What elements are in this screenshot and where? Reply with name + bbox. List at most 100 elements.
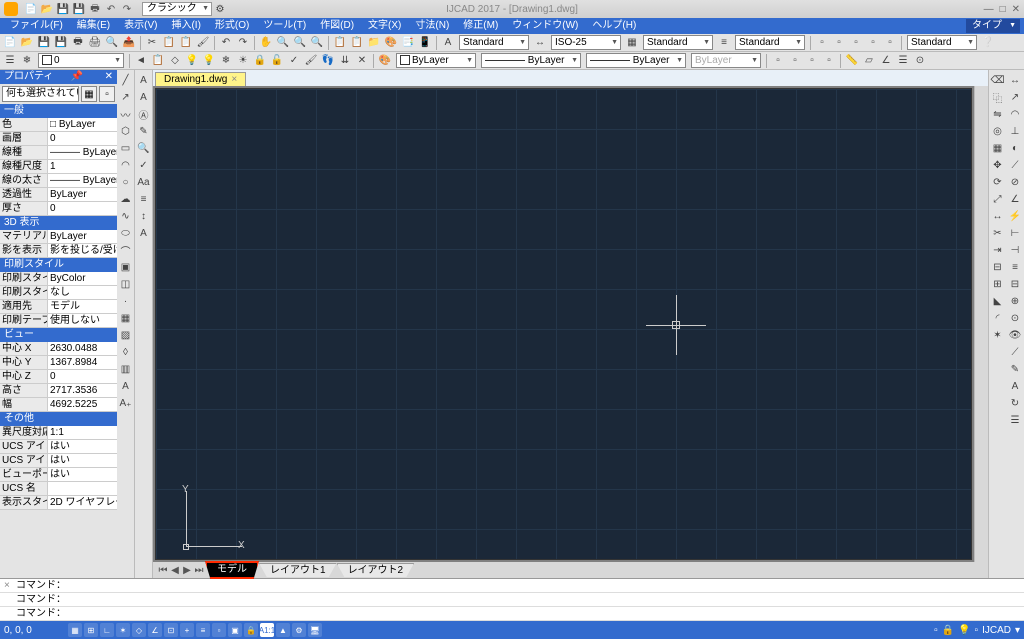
menu-insert[interactable]: 挿入(I): [165, 19, 206, 33]
dc-icon[interactable]: 📁: [366, 35, 382, 51]
tab-next-icon[interactable]: ▶: [181, 565, 193, 576]
spline-icon[interactable]: ∿: [118, 208, 134, 224]
menu-tools[interactable]: ツール(T): [257, 19, 312, 33]
diminsp-icon[interactable]: 👁: [1007, 327, 1023, 343]
prop-row[interactable]: マテリアルByLayer: [0, 230, 117, 244]
mlstyle-dropdown[interactable]: Standard: [735, 35, 805, 50]
stretch-icon[interactable]: ↔: [990, 208, 1006, 224]
scale2-icon[interactable]: ⤢: [990, 191, 1006, 207]
prop-value[interactable]: 1367.8984: [48, 356, 117, 369]
model-ps-toggle[interactable]: ▫: [934, 625, 938, 636]
pin-icon[interactable]: 📌: [71, 70, 83, 84]
revcloud-icon[interactable]: ☁: [118, 191, 134, 207]
ws-toggle[interactable]: ⚙: [292, 623, 306, 637]
prop-row[interactable]: 印刷テーブ…使用しない: [0, 314, 117, 328]
tablestyle-dropdown[interactable]: Standard: [643, 35, 713, 50]
prop-row[interactable]: 中心 Z0: [0, 370, 117, 384]
layer-del-icon[interactable]: ✕: [354, 53, 370, 69]
prop-value[interactable]: なし: [48, 286, 117, 299]
cut-icon[interactable]: ✂: [144, 35, 160, 51]
prop-value[interactable]: 影を投じる/受ける: [48, 244, 117, 257]
props-icon[interactable]: 📋: [349, 35, 365, 51]
layer-thw-icon[interactable]: ☀: [235, 53, 251, 69]
layer-mgr-icon[interactable]: 📋: [332, 35, 348, 51]
prop-row[interactable]: 中心 Y1367.8984: [0, 356, 117, 370]
circle-icon[interactable]: ○: [118, 174, 134, 190]
prop-row[interactable]: 線種尺度1: [0, 160, 117, 174]
explode-icon[interactable]: ✶: [990, 327, 1006, 343]
gradient-icon[interactable]: ▨: [118, 327, 134, 343]
array-icon[interactable]: ▦: [990, 140, 1006, 156]
addsel-icon[interactable]: A₊: [118, 395, 134, 411]
lwt-toggle[interactable]: ≡: [196, 623, 210, 637]
dimrad-icon[interactable]: ◐: [1007, 140, 1023, 156]
prop-value[interactable]: □ ByLayer: [48, 118, 117, 131]
makeblock-icon[interactable]: ◫: [118, 276, 134, 292]
open-icon[interactable]: 📂: [40, 2, 54, 16]
layer-prev-icon[interactable]: ◄: [133, 53, 149, 69]
dimspace-icon[interactable]: ≡: [1007, 259, 1023, 275]
dimbreak-icon[interactable]: ⊟: [1007, 276, 1023, 292]
tp-icon[interactable]: 🎨: [383, 35, 399, 51]
coordinates[interactable]: 0, 0, 0: [4, 625, 54, 636]
tpy-toggle[interactable]: ▫: [212, 623, 226, 637]
prop-row[interactable]: 影を表示影を投じる/受ける: [0, 244, 117, 258]
dimjogl-icon[interactable]: ⟋: [1007, 344, 1023, 360]
undo-icon[interactable]: ↶: [218, 35, 234, 51]
type-dropdown[interactable]: タイプ: [966, 19, 1020, 33]
menu-file[interactable]: ファイル(F): [4, 19, 69, 33]
save-icon[interactable]: 💾: [36, 35, 52, 51]
arctext-icon[interactable]: Ⓐ: [136, 106, 152, 122]
match-icon[interactable]: 🖌: [195, 35, 211, 51]
clean-icon[interactable]: ▫: [975, 625, 979, 636]
copy-icon[interactable]: 📋: [161, 35, 177, 51]
insert-icon[interactable]: ▣: [118, 259, 134, 275]
dimcont-icon[interactable]: ⊣: [1007, 242, 1023, 258]
panel-close-icon[interactable]: ✕: [105, 70, 113, 84]
mtext-icon[interactable]: A: [118, 378, 134, 394]
annoauto-toggle[interactable]: ▲: [276, 623, 290, 637]
style2-icon[interactable]: A: [136, 225, 152, 241]
menu-draw[interactable]: 作図(D): [314, 19, 360, 33]
mirror-icon[interactable]: ⇋: [990, 106, 1006, 122]
chamfer-icon[interactable]: ◣: [990, 293, 1006, 309]
color-dropdown[interactable]: ByLayer: [396, 53, 476, 68]
prop-row[interactable]: UCS アイコ…はい: [0, 454, 117, 468]
space-icon[interactable]: ↕: [136, 208, 152, 224]
layer-frz-icon[interactable]: ❄: [218, 53, 234, 69]
extend-icon[interactable]: ⇥: [990, 242, 1006, 258]
prop-value[interactable]: 0: [48, 370, 117, 383]
quickselect-icon[interactable]: ▦: [81, 86, 97, 102]
dimbase-icon[interactable]: ⊢: [1007, 225, 1023, 241]
dimedit-icon[interactable]: ✎: [1007, 361, 1023, 377]
blk-create-icon[interactable]: ▫: [787, 53, 803, 69]
ducs-toggle[interactable]: ⊡: [164, 623, 178, 637]
hatch-icon[interactable]: ▦: [118, 310, 134, 326]
menu-edit[interactable]: 編集(E): [71, 19, 116, 33]
redo-icon[interactable]: ↷: [235, 35, 251, 51]
blk-attr-icon[interactable]: ▫: [821, 53, 837, 69]
layer-cur-icon[interactable]: ✓: [286, 53, 302, 69]
prop-value[interactable]: モデル: [48, 300, 117, 313]
tab-layout2[interactable]: レイアウト2: [337, 563, 415, 577]
linetype-dropdown[interactable]: ByLayer: [481, 53, 581, 68]
dim-style-icon[interactable]: ↔: [532, 35, 548, 51]
otrack-toggle[interactable]: ∠: [148, 623, 162, 637]
menu-view[interactable]: 表示(V): [118, 19, 163, 33]
layer-icon[interactable]: ☰: [2, 53, 18, 69]
tab-prev-icon[interactable]: ◀: [169, 565, 181, 576]
prop-value[interactable]: 2630.0488: [48, 342, 117, 355]
prop-row[interactable]: 透過性ByLayer: [0, 188, 117, 202]
centermark-icon[interactable]: ⊙: [1007, 310, 1023, 326]
prop-value[interactable]: はい: [48, 468, 117, 481]
calc-icon[interactable]: 📱: [417, 35, 433, 51]
ml-style-icon[interactable]: ≡: [716, 35, 732, 51]
section-3d[interactable]: 3D 表示: [0, 216, 117, 230]
ellipse-icon[interactable]: ⬭: [118, 225, 134, 241]
anno-toggle[interactable]: A1:1: [260, 623, 274, 637]
layer-walk-icon[interactable]: 👣: [320, 53, 336, 69]
prop-row[interactable]: 画層0: [0, 132, 117, 146]
section-plot[interactable]: 印刷スタイル: [0, 258, 117, 272]
copy2-icon[interactable]: ⿻: [990, 89, 1006, 105]
prop-row[interactable]: UCS アイコ…はい: [0, 440, 117, 454]
